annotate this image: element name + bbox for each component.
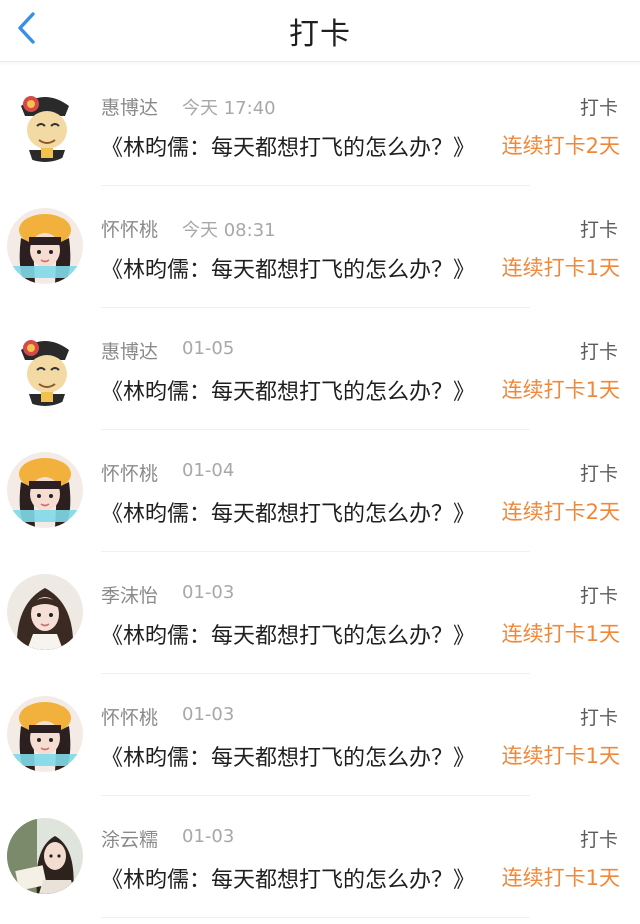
user-name[interactable]: 惠博达: [101, 337, 158, 364]
list-item[interactable]: 涂云糯 01-03 打卡 《林昀儒：每天都想打飞的怎么办？》 连续打卡1天: [0, 796, 640, 918]
timestamp: 01-03: [182, 826, 235, 847]
list-item[interactable]: 季沫怡 01-03 打卡 《林昀儒：每天都想打飞的怎么办？》 连续打卡1天: [0, 552, 640, 674]
list-item[interactable]: 怀怀桃 01-04 打卡 《林昀儒：每天都想打飞的怎么办？》 连续打卡2天: [0, 430, 640, 552]
action-label: 打卡: [579, 585, 618, 607]
user-name[interactable]: 怀怀桃: [101, 703, 158, 730]
streak-badge: 连续打卡1天: [501, 866, 620, 890]
action-label: 打卡: [579, 463, 618, 485]
girl-long-hair-avatar[interactable]: [7, 574, 83, 650]
timestamp: 01-03: [182, 582, 235, 603]
streak-badge: 连续打卡2天: [501, 134, 620, 158]
girl-yellow-hat-avatar[interactable]: [7, 452, 83, 528]
girl-yellow-hat-avatar[interactable]: [7, 696, 83, 772]
girl-yellow-hat-avatar[interactable]: [7, 208, 83, 284]
action-label: 打卡: [579, 829, 618, 851]
timestamp: 今天 17:40: [182, 98, 276, 119]
post-title[interactable]: 《林昀儒：每天都想打飞的怎么办？》: [101, 740, 499, 772]
user-name[interactable]: 怀怀桃: [101, 459, 158, 486]
timestamp: 01-04: [182, 460, 235, 481]
girl-reading-avatar[interactable]: [7, 818, 83, 894]
user-name[interactable]: 涂云糯: [101, 825, 158, 852]
streak-badge: 连续打卡1天: [501, 622, 620, 646]
post-title[interactable]: 《林昀儒：每天都想打飞的怎么办？》: [101, 130, 499, 162]
checkin-list: 惠博达 今天 17:40 打卡 《林昀儒：每天都想打飞的怎么办？》 连续打卡2天…: [0, 64, 640, 918]
streak-badge: 连续打卡1天: [501, 744, 620, 768]
timestamp: 01-05: [182, 338, 235, 359]
streak-badge: 连续打卡1天: [501, 378, 620, 402]
timestamp: 今天 08:31: [182, 220, 276, 241]
cartoon-official-avatar[interactable]: [7, 330, 83, 406]
action-label: 打卡: [579, 219, 618, 241]
streak-badge: 连续打卡2天: [501, 500, 620, 524]
post-title[interactable]: 《林昀儒：每天都想打飞的怎么办？》: [101, 374, 499, 406]
post-title[interactable]: 《林昀儒：每天都想打飞的怎么办？》: [101, 618, 499, 650]
list-item[interactable]: 惠博达 01-05 打卡 《林昀儒：每天都想打飞的怎么办？》 连续打卡1天: [0, 308, 640, 430]
user-name[interactable]: 季沫怡: [101, 581, 158, 608]
cartoon-official-avatar[interactable]: [7, 86, 83, 162]
action-label: 打卡: [579, 341, 618, 363]
post-title[interactable]: 《林昀儒：每天都想打飞的怎么办？》: [101, 496, 499, 528]
list-item[interactable]: 怀怀桃 今天 08:31 打卡 《林昀儒：每天都想打飞的怎么办？》 连续打卡1天: [0, 186, 640, 308]
user-name[interactable]: 怀怀桃: [101, 215, 158, 242]
timestamp: 01-03: [182, 704, 235, 725]
post-title[interactable]: 《林昀儒：每天都想打飞的怎么办？》: [101, 862, 499, 894]
divider: [101, 917, 530, 918]
list-item[interactable]: 惠博达 今天 17:40 打卡 《林昀儒：每天都想打飞的怎么办？》 连续打卡2天: [0, 64, 640, 186]
action-label: 打卡: [579, 97, 618, 119]
list-item[interactable]: 怀怀桃 01-03 打卡 《林昀儒：每天都想打飞的怎么办？》 连续打卡1天: [0, 674, 640, 796]
user-name[interactable]: 惠博达: [101, 93, 158, 120]
action-label: 打卡: [579, 707, 618, 729]
streak-badge: 连续打卡1天: [501, 256, 620, 280]
post-title[interactable]: 《林昀儒：每天都想打飞的怎么办？》: [101, 252, 499, 284]
page-title: 打卡: [289, 17, 351, 52]
top-nav-bar: 打卡: [0, 0, 640, 62]
